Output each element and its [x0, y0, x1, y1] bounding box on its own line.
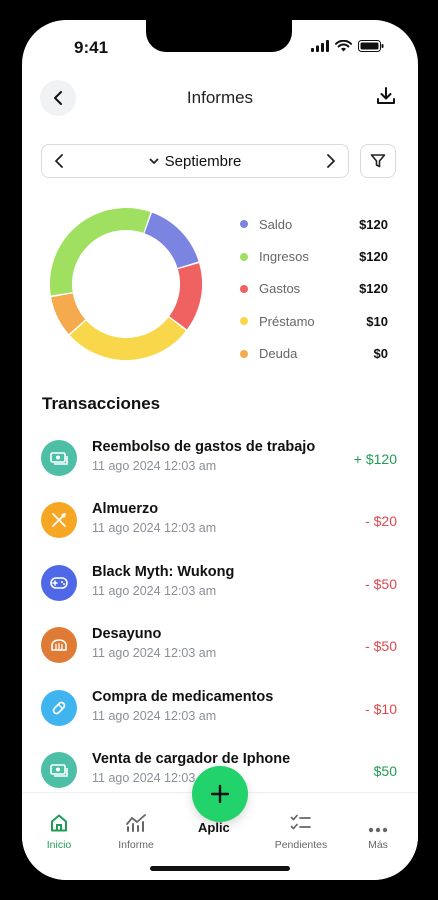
transaction-amount: - $20: [365, 513, 397, 530]
tab-home-label: Inicio: [46, 839, 72, 851]
transaction-amount: - $50: [365, 638, 397, 655]
legend-item: Préstamo $10: [240, 305, 388, 337]
next-month-icon[interactable]: [326, 154, 336, 168]
tab-more-label: Más: [368, 839, 388, 851]
donut-chart: [50, 208, 202, 360]
legend-dot: [240, 284, 248, 293]
legend-item: Gastos $120: [240, 273, 388, 305]
transaction-amount: - $50: [365, 575, 397, 592]
transactions-title: Transacciones: [42, 394, 161, 413]
phone-screen: 9:41 Informes Septiembre Saldo $120 Ingres…: [22, 20, 418, 880]
legend-dot: [240, 317, 248, 326]
legend-label: Ingresos: [259, 249, 309, 265]
legend-item: Ingresos $120: [240, 240, 388, 272]
transaction-amount: - $10: [365, 700, 397, 717]
transaction-row[interactable]: Reembolso de gastos de trabajo 11 ago 202…: [22, 432, 418, 494]
summary-legend: Saldo $120 Ingresos $120 Gastos $120 Préstamo $…: [240, 208, 388, 370]
legend-item: Deuda $0: [240, 338, 388, 370]
legend-value: $0: [373, 346, 388, 362]
transaction-list: Reembolso de gastos de trabajo 11 ago 202…: [22, 432, 418, 806]
page-title: Informes: [186, 88, 254, 107]
chart-icon: [126, 814, 146, 832]
transaction-title: Almuerzo: [92, 501, 159, 518]
transaction-row[interactable]: Desayuno 11 ago 2024 12:03 am - $50: [22, 619, 418, 681]
more-icon: [368, 827, 388, 833]
legend-label: Saldo: [259, 216, 293, 232]
tab-reports-label: Informe: [118, 839, 154, 851]
header: Informes: [22, 80, 418, 116]
filter-icon: [370, 154, 386, 168]
download-icon: [377, 87, 395, 104]
chevron-down-icon: [149, 158, 159, 164]
prev-month-icon[interactable]: [54, 154, 64, 168]
transaction-row[interactable]: Almuerzo 11 ago 2024 12:03 am - $20: [22, 494, 418, 556]
legend-label: Préstamo: [259, 313, 315, 329]
month-picker: Septiembre: [41, 144, 349, 178]
wifi-icon: [335, 40, 352, 52]
legend-value: $120: [359, 249, 388, 265]
transaction-title: Compra de medicamentos: [92, 688, 274, 705]
plus-icon: [210, 784, 230, 804]
legend-dot: [240, 220, 248, 229]
tab-pending-label: Pendientes: [274, 839, 328, 851]
cash-icon: [41, 751, 77, 788]
transaction-date: 11 ago 2024 12:03 am: [92, 583, 217, 598]
tab-home[interactable]: Inicio: [24, 809, 94, 851]
tab-pending[interactable]: Pendientes: [266, 809, 336, 851]
legend-value: $120: [359, 281, 388, 297]
month-selector[interactable]: Septiembre: [149, 152, 242, 170]
legend-item: Saldo $120: [240, 208, 388, 240]
transaction-amount: + $120: [353, 451, 397, 467]
month-label: Septiembre: [164, 152, 242, 170]
transaction-title: Black Myth: Wukong: [92, 563, 235, 580]
download-button[interactable]: [376, 86, 396, 111]
utensils-icon: [41, 502, 77, 539]
bread-icon: [41, 627, 77, 664]
legend-value: $120: [359, 216, 388, 232]
transaction-title: Desayuno: [92, 626, 162, 643]
transaction-amount: $50: [373, 762, 397, 779]
status-icons: [311, 40, 384, 52]
battery-icon: [358, 40, 384, 52]
transaction-row[interactable]: Compra de medicamentos 11 ago 2024 12:03 …: [22, 682, 418, 744]
pill-icon: [41, 689, 77, 726]
legend-value: $10: [366, 313, 388, 329]
tab-center-label: Aplic: [198, 820, 230, 835]
tab-more[interactable]: Más: [343, 809, 413, 851]
cash-icon: [41, 440, 77, 476]
transaction-date: 11 ago 2024 12:03 am: [92, 708, 217, 723]
transaction-date: 11 ago 2024 12:03 am: [92, 521, 217, 536]
legend-label: Deuda: [259, 346, 298, 362]
gamepad-icon: [41, 564, 77, 601]
transaction-title: Venta de cargador de Iphone: [92, 750, 291, 767]
transaction-date: 11 ago 2024 12:03 am: [92, 646, 217, 661]
filter-button[interactable]: [360, 144, 396, 178]
signal-icon: [311, 40, 329, 52]
transaction-date: 11 ago 2024 12:03 am: [92, 459, 217, 473]
transaction-title: Reembolso de gastos de trabajo: [92, 439, 316, 455]
transaction-row[interactable]: Black Myth: Wukong 11 ago 2024 12:03 am - …: [22, 557, 418, 619]
legend-label: Gastos: [259, 281, 301, 297]
tab-reports[interactable]: Informe: [101, 809, 171, 851]
home-icon: [51, 814, 67, 832]
checklist-icon: [290, 814, 311, 830]
legend-dot: [240, 252, 248, 261]
legend-dot: [240, 349, 248, 358]
home-indicator: [150, 866, 290, 871]
status-time: 9:41: [74, 38, 109, 57]
notch: [146, 20, 292, 52]
add-button[interactable]: [192, 766, 248, 822]
